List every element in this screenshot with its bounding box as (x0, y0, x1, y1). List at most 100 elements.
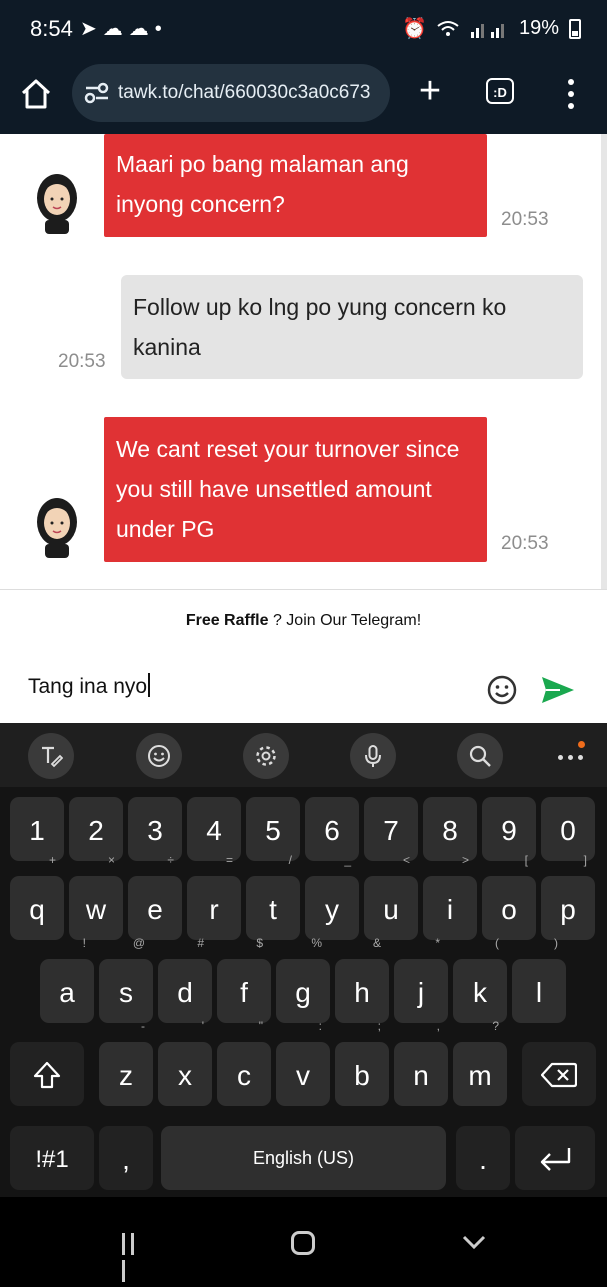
key-r[interactable]: = r (187, 854, 241, 940)
key-label: j (417, 977, 425, 1008)
key-label: g (295, 977, 311, 1008)
key-symbol: [ (524, 853, 528, 867)
key-d[interactable]: # d (158, 937, 212, 1023)
agent-message: We cant reset your turnover since you st… (104, 417, 487, 562)
emoji-keyboard-button[interactable] (136, 733, 182, 779)
key-s[interactable]: @ s (99, 937, 153, 1023)
key-symbol: # (197, 936, 204, 950)
key-label: f (240, 977, 248, 1008)
message-text: We cant reset your turnover since you st… (116, 436, 460, 542)
keyboard-search-button[interactable] (457, 733, 503, 779)
home-button-icon[interactable] (291, 1231, 315, 1255)
key-symbol: < (402, 853, 410, 867)
key-9[interactable]: 9 (482, 797, 536, 861)
key-t[interactable]: / t (246, 854, 300, 940)
new-tab-button[interactable]: + (412, 72, 448, 110)
key-m[interactable]: ? m (453, 1020, 507, 1106)
key-8[interactable]: 8 (423, 797, 477, 861)
period-key[interactable]: . (456, 1126, 510, 1190)
key-p[interactable]: ] p (541, 854, 595, 940)
key-label: x (178, 1060, 192, 1091)
more-menu-icon[interactable] (560, 76, 582, 112)
key-symbol: ' (201, 1019, 204, 1033)
voice-input-button[interactable] (350, 733, 396, 779)
message-input[interactable]: Tang ina nyo (28, 673, 151, 699)
key-2[interactable]: 2 (69, 797, 123, 861)
chat-messages[interactable]: Maari po bang malaman ang inyong concern… (0, 134, 607, 589)
key-symbol: / (288, 853, 292, 867)
key-label: b (354, 1060, 370, 1091)
key-label: t (269, 894, 277, 925)
key-label: d (177, 977, 193, 1008)
promo-banner[interactable]: Free Raffle ? Join Our Telegram! (0, 589, 607, 651)
microphone-icon (365, 745, 381, 767)
battery-percent: 19% (518, 17, 559, 39)
key-e[interactable]: ÷ e (128, 854, 182, 940)
key-6[interactable]: 6 (305, 797, 359, 861)
key-4[interactable]: 4 (187, 797, 241, 861)
tab-switcher-button[interactable]: :D (486, 78, 514, 104)
key-q[interactable]: + q (10, 854, 64, 940)
key-i[interactable]: > i (423, 854, 477, 940)
key-label: i (446, 894, 454, 925)
key-label: v (296, 1060, 310, 1091)
key-x[interactable]: ' x (158, 1020, 212, 1106)
keyboard-settings-button[interactable] (243, 733, 289, 779)
address-bar[interactable]: tawk.to/chat/660030c3a0c673 (72, 64, 390, 122)
key-o[interactable]: [o (482, 854, 536, 940)
key-u[interactable]: < u (364, 854, 418, 940)
wifi-icon (437, 20, 459, 36)
key-k[interactable]: (k (453, 937, 507, 1023)
key-c[interactable]: " c (217, 1020, 271, 1106)
send-icon[interactable] (540, 675, 576, 705)
text-edit-button[interactable] (28, 733, 74, 779)
emoji-icon[interactable] (487, 675, 517, 705)
key-5[interactable]: 5 (246, 797, 300, 861)
key-y[interactable]: _ y (305, 854, 359, 940)
key-label: w (85, 894, 107, 925)
key-symbol: ) (554, 936, 558, 950)
key-j[interactable]: * j (394, 937, 448, 1023)
comma-key[interactable]: , (99, 1126, 153, 1190)
backspace-key[interactable] (522, 1042, 596, 1106)
key-z[interactable]: -z (99, 1020, 153, 1106)
site-settings-icon[interactable] (84, 82, 110, 104)
home-icon[interactable] (18, 76, 54, 112)
key-symbol: ; (377, 1019, 381, 1033)
keyboard: 1 2 3 4 5 6 7 8 9 0 + q × w ÷ e = r / t _ y < u… (0, 787, 607, 1197)
key-g[interactable]: % g (276, 937, 330, 1023)
key-7[interactable]: 7 (364, 797, 418, 861)
key-h[interactable]: & h (335, 937, 389, 1023)
key-symbol: & (372, 936, 381, 950)
enter-key[interactable] (515, 1126, 595, 1190)
status-right: ⏰ 19% (402, 16, 581, 41)
key-label: k (473, 977, 487, 1008)
key-l[interactable]: ) l (512, 937, 566, 1023)
recent-apps-icon[interactable] (122, 1233, 148, 1282)
key-f[interactable]: $ f (217, 937, 271, 1023)
key-symbol: ! (82, 936, 86, 950)
shift-key[interactable] (10, 1042, 84, 1106)
key-symbol: ( (495, 936, 499, 950)
system-nav-bar (0, 1197, 607, 1282)
key-symbol: ? (492, 1019, 499, 1033)
key-label: y (325, 894, 339, 925)
key-a[interactable]: ! a (40, 937, 94, 1023)
back-chevron-icon[interactable] (462, 1233, 486, 1251)
key-w[interactable]: × w (69, 854, 123, 940)
key-3[interactable]: 3 (128, 797, 182, 861)
key-0[interactable]: 0 (541, 797, 595, 861)
key-b[interactable]: ; b (335, 1020, 389, 1106)
scrollbar[interactable] (601, 134, 607, 589)
key-v[interactable]: :v (276, 1020, 330, 1106)
key-1[interactable]: 1 (10, 797, 64, 861)
message-time: 20:53 (501, 533, 549, 554)
symbols-key[interactable]: !#1 (10, 1126, 94, 1190)
user-message: Follow up ko lng po yung concern ko kani… (121, 275, 583, 379)
space-key[interactable]: English (US) (161, 1126, 446, 1190)
key-label: p (560, 894, 576, 925)
key-n[interactable]: ,n (394, 1020, 448, 1106)
message-time: 20:53 (58, 351, 106, 372)
agent-avatar (37, 498, 77, 558)
key-symbol: > (461, 853, 469, 867)
